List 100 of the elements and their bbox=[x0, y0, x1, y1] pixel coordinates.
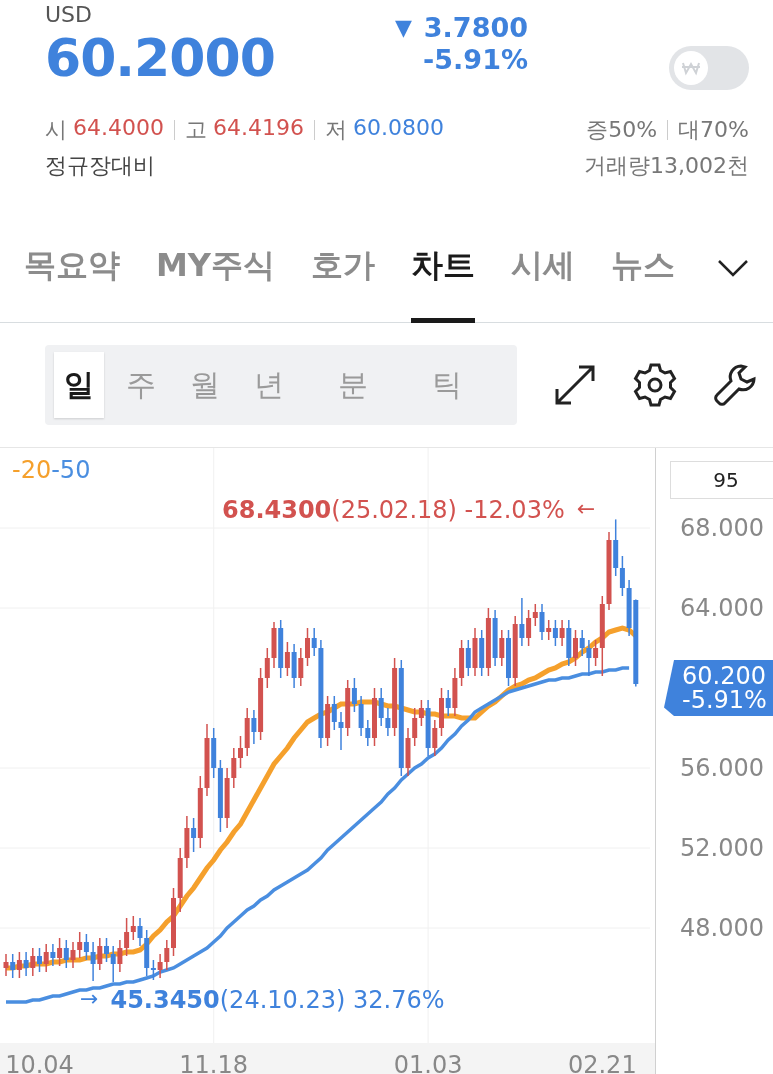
period-option[interactable]: 월 bbox=[180, 352, 230, 418]
candlestick bbox=[338, 711, 344, 751]
candlestick bbox=[238, 735, 243, 769]
candlestick bbox=[532, 603, 538, 627]
candlestick bbox=[157, 953, 163, 979]
current-price-marker: 60.200 -5.91% bbox=[664, 660, 773, 716]
candlestick bbox=[358, 695, 364, 737]
candlestick bbox=[130, 915, 136, 941]
volume-label: 거래량13,002천 bbox=[584, 152, 749, 180]
candlestick bbox=[365, 719, 371, 747]
candlestick bbox=[77, 931, 83, 959]
y-axis-label: 68.000 bbox=[680, 514, 764, 542]
candlestick bbox=[57, 937, 63, 967]
x-axis-label: 01.03 bbox=[393, 1051, 463, 1074]
currency-toggle[interactable] bbox=[669, 46, 749, 90]
period-option[interactable]: 년 bbox=[244, 352, 294, 418]
candlestick bbox=[117, 939, 123, 973]
candlestick bbox=[579, 629, 585, 657]
x-axis-label: 02.21 bbox=[567, 1051, 637, 1074]
basis-label: 정규장대비 bbox=[45, 152, 155, 180]
change-amount: 3.7800 bbox=[423, 12, 528, 44]
candlestick bbox=[519, 597, 525, 647]
candlestick bbox=[137, 917, 143, 947]
candlestick bbox=[50, 943, 56, 967]
y-axis-label: 52.000 bbox=[680, 834, 764, 862]
tab[interactable]: 차트 bbox=[411, 213, 475, 323]
period-option[interactable]: 주 bbox=[116, 352, 166, 418]
won-icon bbox=[673, 50, 709, 86]
candlestick bbox=[311, 627, 317, 657]
period-option[interactable]: 일 bbox=[54, 352, 104, 418]
down-arrow: ▼ bbox=[394, 14, 412, 42]
candlestick bbox=[499, 629, 505, 667]
candlestick bbox=[586, 639, 592, 677]
candlestick bbox=[331, 695, 337, 731]
tab[interactable]: 목요약 bbox=[24, 213, 120, 323]
left-arrow: ← bbox=[576, 496, 596, 523]
candlestick bbox=[70, 941, 76, 969]
tab[interactable]: 뉴스 bbox=[611, 213, 675, 323]
candlestick bbox=[445, 689, 451, 717]
candlestick bbox=[124, 917, 130, 957]
candlestick bbox=[30, 947, 36, 977]
candlestick bbox=[552, 619, 558, 647]
currency-label: USD bbox=[45, 2, 93, 28]
change-rate: -5.91% bbox=[423, 44, 528, 76]
candlestick bbox=[43, 943, 49, 973]
margin-rate: 대70% bbox=[678, 116, 749, 144]
candle-count-field[interactable]: 95 bbox=[670, 461, 773, 499]
candlestick bbox=[23, 951, 29, 977]
y-axis-label: 64.000 bbox=[680, 594, 764, 622]
tab[interactable]: 시세 bbox=[511, 213, 575, 323]
candlestick bbox=[378, 687, 384, 727]
candlestick bbox=[432, 719, 438, 757]
candlestick bbox=[559, 619, 565, 647]
right-arrow: → bbox=[80, 986, 99, 1013]
period-option[interactable]: 틱 bbox=[422, 352, 472, 418]
y-axis-label: 48.000 bbox=[680, 914, 764, 942]
candlestick bbox=[546, 619, 552, 641]
candlestick bbox=[164, 939, 170, 971]
candlestick bbox=[526, 609, 532, 647]
candlestick bbox=[418, 699, 424, 727]
candlestick bbox=[251, 709, 257, 745]
candlestick bbox=[191, 817, 197, 853]
margin-rate: 증50% bbox=[586, 116, 658, 144]
period-option[interactable]: 분 bbox=[328, 352, 378, 418]
candlestick bbox=[539, 603, 545, 641]
candlestick bbox=[97, 937, 103, 971]
candlestick bbox=[83, 933, 89, 961]
candlestick bbox=[573, 629, 578, 667]
tab[interactable]: 호가 bbox=[311, 213, 375, 323]
candlestick bbox=[284, 641, 290, 677]
current-price: 60.2000 bbox=[45, 28, 276, 88]
y-axis-label: 56.000 bbox=[680, 754, 764, 782]
candlestick bbox=[412, 707, 418, 747]
candlestick bbox=[63, 939, 69, 969]
candlestick bbox=[385, 707, 391, 737]
candlestick bbox=[110, 945, 116, 983]
high-price-note: 68.4300(25.02.18) -12.03% bbox=[222, 496, 565, 524]
candlestick bbox=[37, 947, 42, 973]
candlestick bbox=[3, 953, 9, 977]
x-axis-label: 11.18 bbox=[179, 1051, 249, 1074]
candlestick bbox=[619, 555, 625, 597]
candlestick bbox=[10, 953, 16, 979]
settings-icon[interactable] bbox=[631, 361, 679, 409]
candlestick bbox=[231, 747, 237, 789]
candlestick bbox=[16, 951, 22, 979]
candlestick bbox=[150, 959, 156, 981]
candlestick bbox=[104, 937, 109, 963]
legend-item: -50 bbox=[51, 456, 91, 484]
candlestick bbox=[298, 647, 304, 687]
candlestick bbox=[305, 627, 310, 667]
price-stat: 저 60.0800 bbox=[324, 115, 444, 144]
tab[interactable]: MY주식 bbox=[156, 213, 275, 323]
candlestick bbox=[264, 647, 270, 689]
price-stat: 고 64.4196 bbox=[185, 115, 304, 144]
candlestick bbox=[90, 941, 96, 982]
low-price-note: 45.3450(24.10.23) 32.76% bbox=[110, 986, 445, 1014]
candlestick bbox=[465, 639, 471, 677]
candlestick bbox=[593, 639, 599, 667]
x-axis-label: 10.04 bbox=[5, 1051, 74, 1074]
candlestick bbox=[351, 677, 357, 713]
